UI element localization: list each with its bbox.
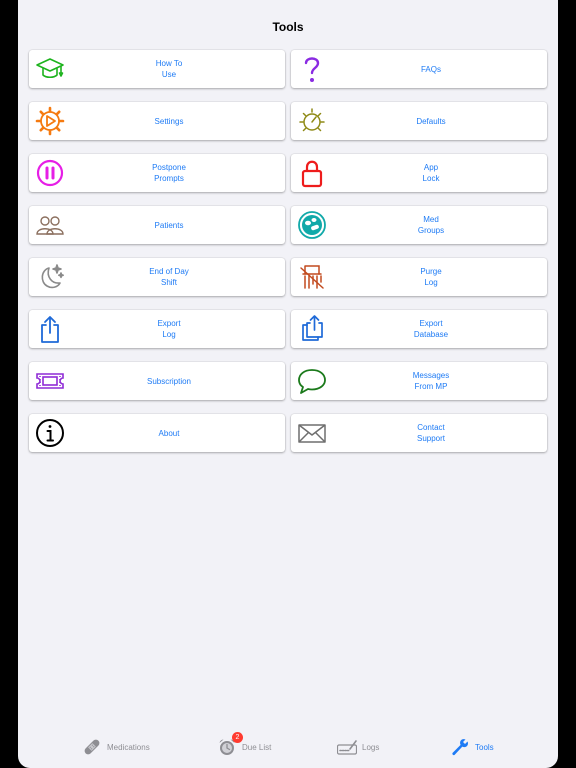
tool-patients-button[interactable]: Patients	[29, 206, 285, 244]
tool-label: Defaults	[416, 116, 446, 126]
bandage-icon	[82, 737, 102, 757]
tool-label: Messages From MP	[412, 371, 450, 391]
tab-bar: Medications 2 Due List Logs Tools	[18, 728, 558, 764]
people-icon	[35, 210, 65, 240]
tool-label: Export Database	[413, 319, 449, 339]
tool-export-log-button[interactable]: Export Log	[29, 310, 285, 348]
tool-export-database-button[interactable]: Export Database	[291, 310, 547, 348]
share-icon	[35, 314, 65, 344]
tool-label: Purge Log	[420, 267, 442, 287]
tab-due-list[interactable]: 2 Due List	[217, 732, 272, 758]
tool-messages-from-mp-button[interactable]: Messages From MP	[291, 362, 547, 400]
pills-icon	[297, 210, 327, 240]
tools-screen: Tools How To Use FAQs Settings Defaults …	[18, 0, 558, 768]
pause-icon	[35, 158, 65, 188]
tool-label: Export Log	[157, 319, 181, 339]
tool-label: Med Groups	[417, 215, 445, 235]
tab-label: Tools	[475, 742, 494, 752]
tool-label: FAQs	[420, 64, 441, 74]
alarm-clock-icon: 2	[217, 732, 243, 757]
graduation-cap-icon	[35, 54, 65, 84]
tool-label: How To Use	[155, 59, 183, 79]
wrench-icon	[450, 737, 470, 757]
share-stack-icon	[297, 314, 327, 344]
due-count-badge: 2	[232, 732, 243, 743]
info-icon	[35, 418, 65, 448]
tool-subscription-button[interactable]: Subscription	[29, 362, 285, 400]
tool-med-groups-button[interactable]: Med Groups	[291, 206, 547, 244]
tools-grid: How To Use FAQs Settings Defaults Postpo…	[18, 0, 558, 470]
tool-label: Subscription	[146, 376, 192, 386]
tool-settings-button[interactable]: Settings	[29, 102, 285, 140]
tool-faqs-button[interactable]: FAQs	[291, 50, 547, 88]
tab-label: Due List	[242, 742, 272, 752]
tool-app-lock-button[interactable]: App Lock	[291, 154, 547, 192]
tab-logs[interactable]: Logs	[337, 736, 379, 758]
tool-defaults-button[interactable]: Defaults	[291, 102, 547, 140]
sun-dial-icon	[297, 106, 327, 136]
tool-label: Settings	[154, 116, 184, 126]
tool-label: Postpone Prompts	[152, 163, 186, 183]
moon-stars-icon	[35, 262, 65, 292]
tab-medications[interactable]: Medications	[82, 736, 150, 758]
tool-purge-log-button[interactable]: Purge Log	[291, 258, 547, 296]
tool-how-to-use-button[interactable]: How To Use	[29, 50, 285, 88]
chat-bubble-icon	[297, 366, 327, 396]
signature-icon	[337, 737, 357, 757]
tab-label: Medications	[107, 742, 150, 752]
tool-end-of-day-shift-button[interactable]: End of Day Shift	[29, 258, 285, 296]
tool-label: Contact Support	[416, 423, 446, 443]
ticket-icon	[35, 366, 65, 396]
gear-play-icon	[35, 106, 65, 136]
tool-postpone-prompts-button[interactable]: Postpone Prompts	[29, 154, 285, 192]
tool-contact-support-button[interactable]: Contact Support	[291, 414, 547, 452]
envelope-icon	[297, 418, 327, 448]
tool-label: App Lock	[422, 163, 440, 183]
tool-label: Patients	[154, 220, 184, 230]
tool-label: End of Day Shift	[149, 267, 189, 287]
tab-label: Logs	[362, 742, 380, 752]
question-mark-icon	[297, 54, 327, 84]
tab-tools[interactable]: Tools	[450, 736, 494, 758]
padlock-icon	[297, 158, 327, 188]
tool-about-button[interactable]: About	[29, 414, 285, 452]
shredder-icon	[297, 262, 327, 292]
tool-label: About	[158, 428, 180, 438]
